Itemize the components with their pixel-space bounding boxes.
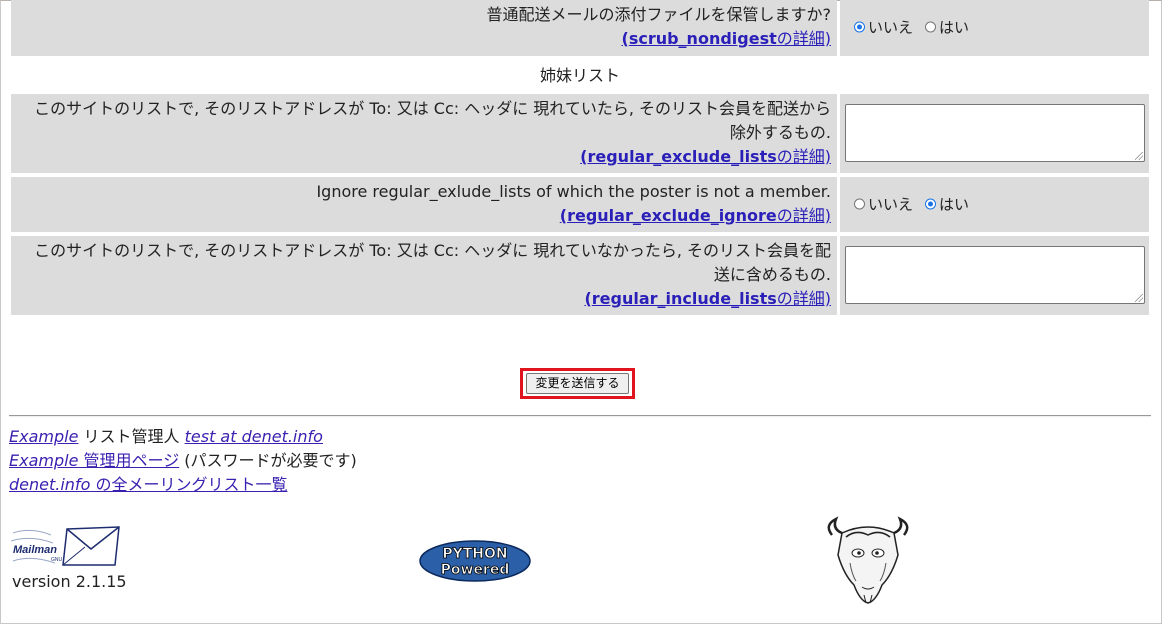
all-lists-link[interactable]: denet.info の全メーリングリスト一覧: [9, 475, 287, 494]
row-regular-exclude-ignore: Ignore regular_exlude_lists of which the…: [11, 177, 1149, 232]
description-line2: 送に含めるもの.: [713, 265, 831, 284]
radio-button-checked[interactable]: [925, 198, 937, 210]
detail-open: (: [559, 206, 568, 225]
detail-var: regular_include_lists: [591, 289, 777, 308]
detail-open: (: [584, 289, 592, 308]
radio-group-scrub: いいえ はい: [854, 17, 981, 38]
envelope-icon: [62, 526, 120, 566]
detail-tail: の詳細): [776, 29, 831, 48]
value-cell: [840, 236, 1149, 315]
radio-no[interactable]: いいえ: [854, 17, 913, 38]
mailman-logo-text: Mailman: [13, 544, 57, 556]
question-text: Ignore regular_exlude_lists of which the…: [316, 182, 831, 201]
description-line2: 除外するもの.: [729, 123, 831, 142]
radio-button-checked[interactable]: [854, 21, 865, 33]
value-cell: [840, 94, 1149, 173]
footer-admin-line: Example リスト管理人 test at denet.info: [9, 425, 357, 449]
admin-email-link[interactable]: test at denet.info: [185, 427, 323, 446]
row-regular-include-lists: このサイトのリストで, そのリストアドレスが To: 又は Cc: ヘッダに 現…: [11, 236, 1149, 315]
detail-var: regular_exclude_ignore: [567, 206, 777, 225]
include-lists-textarea[interactable]: [845, 246, 1145, 304]
detail-link-scrub-nondigest[interactable]: (scrub_nondigestの詳細): [622, 29, 832, 48]
value-cell: いいえ はい: [840, 0, 1149, 56]
gnu-head-logo[interactable]: [822, 515, 914, 607]
row-regular-exclude-lists: このサイトのリストで, そのリストアドレスが To: 又は Cc: ヘッダに 現…: [11, 94, 1149, 173]
admin-text: リスト管理人: [78, 427, 185, 446]
radio-label: いいえ: [868, 18, 914, 37]
mailman-logo[interactable]: Mailman GNU: [10, 525, 123, 571]
python-logo-line2: Powered: [441, 562, 510, 578]
detail-link-regular-exclude-ignore[interactable]: (regular_exclude_ignoreの詳細): [560, 206, 831, 225]
radio-yes[interactable]: はい: [925, 194, 969, 215]
footer-adminpage-line: Example 管理用ページ (パスワードが必要です): [9, 449, 357, 473]
label-cell: このサイトのリストで, そのリストアドレスが To: 又は Cc: ヘッダに 現…: [11, 94, 837, 173]
footer-divider: [9, 415, 1151, 417]
admin-page-link[interactable]: Example 管理用ページ: [9, 451, 179, 470]
radio-yes[interactable]: はい: [925, 17, 969, 38]
radio-label: はい: [939, 18, 970, 37]
detail-link-regular-include-lists[interactable]: (regular_include_listsの詳細): [584, 289, 831, 308]
label-cell: Ignore regular_exlude_lists of which the…: [11, 177, 837, 232]
label-cell: 普通配送メールの添付ファイルを保管しますか? (scrub_nondigestの…: [11, 0, 837, 56]
python-logo-line1: PYTHON: [442, 546, 507, 562]
question-text: 普通配送メールの添付ファイルを保管しますか?: [486, 5, 832, 24]
radio-button[interactable]: [925, 21, 937, 33]
submit-button[interactable]: 変更を送信する: [526, 373, 629, 394]
detail-open: (: [621, 29, 629, 48]
description-line1: このサイトのリストで, そのリストアドレスが To: 又は Cc: ヘッダに 現…: [34, 99, 831, 118]
detail-var: regular_exclude_lists: [587, 147, 777, 166]
label-cell: このサイトのリストで, そのリストアドレスが To: 又は Cc: ヘッダに 現…: [11, 236, 837, 315]
resize-grip-icon[interactable]: [1135, 294, 1143, 302]
exclude-lists-textarea[interactable]: [845, 104, 1145, 162]
admin-page-note: (パスワードが必要です): [179, 451, 357, 470]
radio-no[interactable]: いいえ: [854, 194, 913, 215]
radio-group-exclude-ignore: いいえ はい: [854, 194, 981, 215]
radio-button[interactable]: [854, 198, 865, 210]
section-title: 姉妹リスト: [539, 66, 620, 85]
description-line1: このサイトのリストで, そのリストアドレスが To: 又は Cc: ヘッダに 現…: [34, 241, 831, 260]
svg-text:GNU: GNU: [51, 557, 63, 563]
python-powered-logo[interactable]: PYTHON Powered: [419, 540, 531, 582]
detail-tail: の詳細): [776, 147, 831, 166]
list-info-link[interactable]: Example: [9, 427, 78, 446]
detail-tail: の詳細): [776, 206, 831, 225]
version-text: version 2.1.15: [12, 572, 127, 591]
radio-label: はい: [939, 195, 970, 214]
detail-var: scrub_nondigest: [628, 29, 777, 48]
footer: Example リスト管理人 test at denet.info Exampl…: [9, 425, 357, 497]
resize-grip-icon[interactable]: [1135, 152, 1143, 160]
row-scrub-nondigest: 普通配送メールの添付ファイルを保管しますか? (scrub_nondigestの…: [11, 0, 1149, 56]
footer-lists-line: denet.info の全メーリングリスト一覧: [9, 473, 357, 497]
radio-label: いいえ: [868, 195, 914, 214]
detail-link-regular-exclude-lists[interactable]: (regular_exclude_listsの詳細): [580, 147, 831, 166]
value-cell: いいえ はい: [840, 177, 1149, 232]
detail-tail: の詳細): [776, 289, 831, 308]
submit-highlight: 変更を送信する: [520, 368, 635, 399]
